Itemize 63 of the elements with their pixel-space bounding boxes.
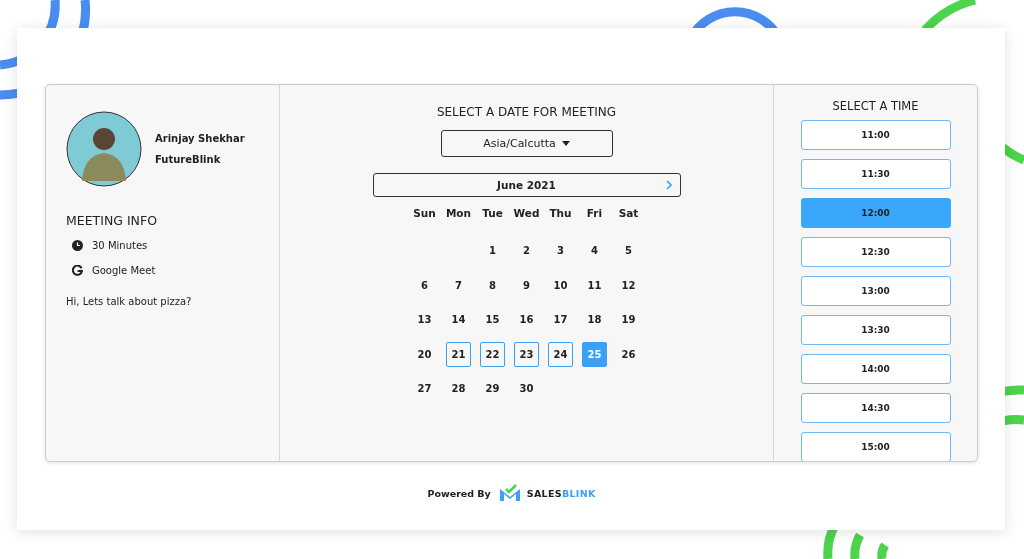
caret-icon bbox=[561, 141, 570, 146]
time-slot[interactable]: 12:30 bbox=[800, 237, 951, 267]
time-slot[interactable]: 11:30 bbox=[800, 159, 951, 189]
time-slot[interactable]: 13:30 bbox=[800, 315, 951, 345]
date-cell-text: 29 bbox=[484, 382, 501, 397]
chevron-right-icon bbox=[665, 180, 672, 190]
date-cell[interactable]: 22 bbox=[480, 341, 505, 367]
next-month-button[interactable] bbox=[663, 178, 674, 192]
date-cell-text: 1 bbox=[488, 244, 497, 259]
date-cell-text: 18 bbox=[586, 313, 603, 328]
date-cell-text: 2 bbox=[522, 244, 531, 259]
month-label: June 2021 bbox=[497, 179, 556, 191]
weekday-label: Fri bbox=[585, 206, 604, 221]
time-slot[interactable]: 15:00 bbox=[800, 432, 951, 461]
date-cell-text: 30 bbox=[518, 382, 535, 397]
date-cell-text: 3 bbox=[556, 244, 565, 259]
date-cell-text: 9 bbox=[522, 278, 531, 293]
google-g-icon bbox=[72, 265, 83, 276]
time-slot[interactable]: 12:00 bbox=[800, 198, 951, 228]
weekday-label: Tue bbox=[481, 206, 504, 221]
section-heading: SELECT A DATE FOR MEETING bbox=[436, 105, 617, 119]
duration-text: 30 Minutes bbox=[92, 240, 148, 251]
weekday-label: Sun bbox=[412, 206, 437, 221]
section-heading: SELECT A TIME bbox=[832, 99, 919, 113]
time-slot[interactable]: 14:30 bbox=[800, 393, 951, 423]
time-slot[interactable]: 13:00 bbox=[800, 276, 951, 306]
date-cell-text: 26 bbox=[620, 347, 637, 362]
date-cell-text: 16 bbox=[518, 313, 535, 328]
weekday-label: Sat bbox=[617, 206, 640, 221]
date-cell-text: 6 bbox=[420, 278, 429, 293]
brand-name: SALES BLINK bbox=[526, 487, 596, 499]
host-name: Arinjay Shekhar bbox=[155, 133, 245, 144]
date-cell-text: 15 bbox=[484, 313, 501, 328]
date-cell-text: 20 bbox=[416, 347, 433, 362]
logo-icon bbox=[498, 484, 521, 502]
powered-by-text: Powered By bbox=[427, 487, 491, 499]
date-cell-text: 11 bbox=[586, 278, 603, 293]
section-heading: MEETING INFO bbox=[66, 213, 158, 228]
company-name: FutureBlink bbox=[155, 154, 222, 165]
date-cell-text: 10 bbox=[552, 278, 569, 293]
date-cell-text: 17 bbox=[552, 313, 569, 328]
meeting-description: Hi, Lets talk about pizza? bbox=[66, 296, 193, 307]
location-text: Google Meet bbox=[92, 265, 156, 276]
date-cell-text: 14 bbox=[450, 313, 467, 328]
date-cell-text: 12 bbox=[620, 278, 637, 293]
date-cell-text: 4 bbox=[590, 244, 599, 259]
timezone-dropdown[interactable]: Asia/Calcutta bbox=[440, 130, 613, 157]
weekday-label: Thu bbox=[548, 206, 573, 221]
weekday-label: Wed bbox=[512, 206, 541, 221]
date-cell[interactable]: 21 bbox=[446, 341, 471, 367]
date-cell-text: 5 bbox=[624, 244, 633, 259]
date-cell-text: 19 bbox=[620, 313, 637, 328]
date-cell-text: 28 bbox=[450, 382, 467, 397]
date-cell-text: 8 bbox=[488, 278, 497, 293]
clock-icon bbox=[72, 240, 83, 251]
date-cell[interactable]: 23 bbox=[514, 341, 539, 367]
date-cell[interactable]: 24 bbox=[548, 341, 573, 367]
date-cell-text: 13 bbox=[416, 313, 433, 328]
weekday-label: Mon bbox=[444, 206, 473, 221]
date-cell-text: 7 bbox=[454, 278, 463, 293]
date-cell-text: 27 bbox=[416, 382, 433, 397]
time-slot[interactable]: 11:00 bbox=[800, 120, 951, 150]
time-slot[interactable]: 14:00 bbox=[800, 354, 951, 384]
